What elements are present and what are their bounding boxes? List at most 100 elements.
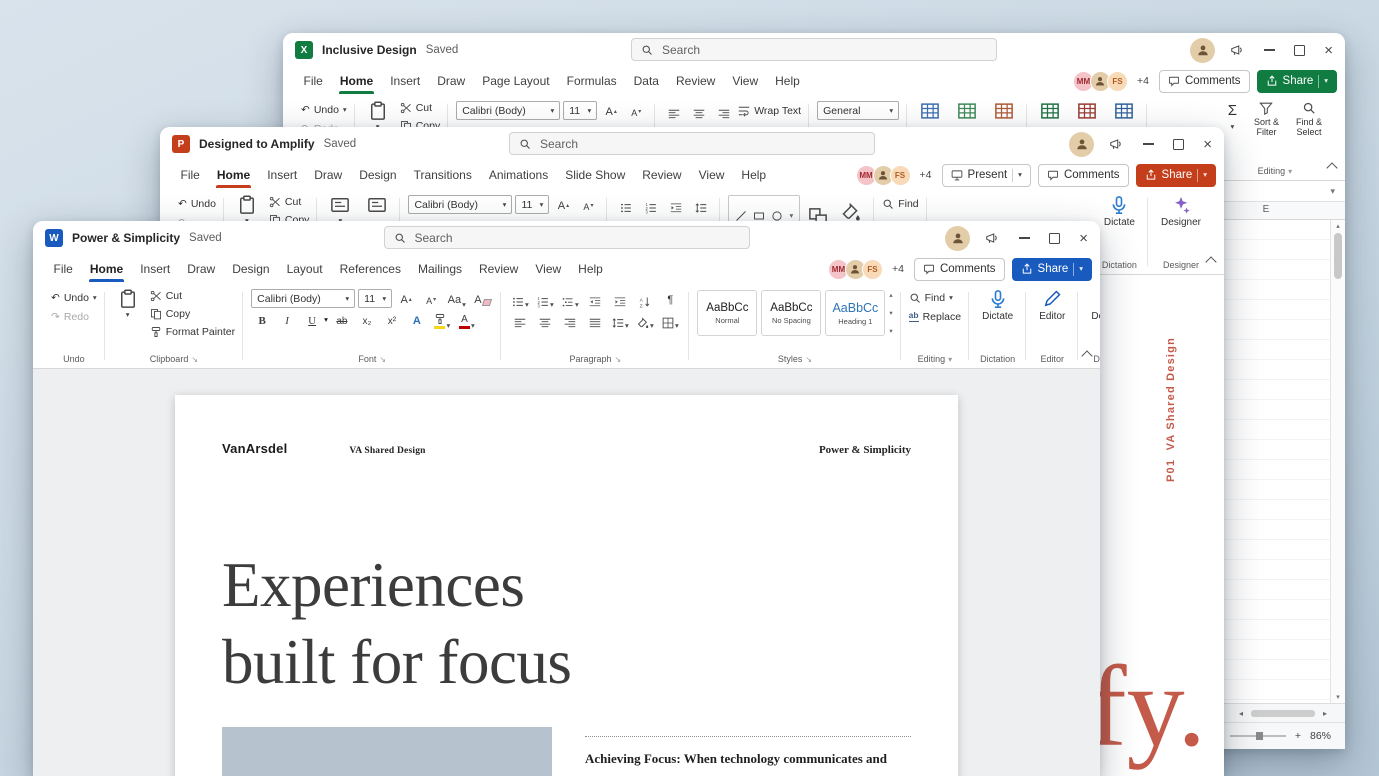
paste-button[interactable]: ▾: [113, 287, 143, 340]
avatar-overflow-count[interactable]: +4: [892, 263, 904, 275]
find-button[interactable]: Find: [882, 195, 919, 212]
present-button[interactable]: Present ▾: [941, 163, 1031, 187]
vertical-scrollbar[interactable]: ▴ ▾: [1330, 220, 1345, 703]
tab-file[interactable]: File: [45, 256, 81, 282]
tab-home[interactable]: Home: [81, 256, 131, 282]
font-color-button[interactable]: A ▾: [456, 310, 478, 329]
tab-slide-show[interactable]: Slide Show: [557, 162, 634, 188]
scrollbar-thumb[interactable]: [1250, 709, 1315, 717]
style-heading-1[interactable]: AaBbCc Heading 1: [825, 290, 886, 336]
zoom-slider[interactable]: [1229, 732, 1286, 740]
dialog-launcher-icon[interactable]: ↘: [615, 355, 622, 364]
maximize-button[interactable]: [1294, 44, 1306, 56]
scroll-up-icon[interactable]: ▴: [889, 291, 892, 299]
avatar-overflow-count[interactable]: +4: [920, 169, 932, 181]
indent-button[interactable]: [665, 195, 687, 214]
tab-formulas[interactable]: Formulas: [558, 68, 625, 94]
shrink-font-button[interactable]: A ▾: [420, 289, 442, 308]
tab-insert[interactable]: Insert: [132, 256, 179, 282]
italic-button[interactable]: I: [276, 310, 298, 329]
underline-button[interactable]: U: [301, 310, 323, 329]
maximize-button[interactable]: [1173, 138, 1185, 150]
insert-cells-button[interactable]: [1035, 99, 1065, 121]
tab-mailings[interactable]: Mailings: [409, 256, 470, 282]
scroll-left-icon[interactable]: ◂: [1239, 709, 1243, 718]
slide-layout-button[interactable]: [362, 193, 392, 225]
redo-button[interactable]: ↷Redo: [51, 308, 89, 325]
avatar[interactable]: [1190, 37, 1216, 63]
tab-review[interactable]: Review: [667, 68, 723, 94]
dialog-launcher-icon[interactable]: ▾: [948, 355, 952, 364]
grow-font-button[interactable]: A ▴: [552, 195, 574, 214]
tab-data[interactable]: Data: [625, 68, 667, 94]
sort-filter-button[interactable]: Sort & Filter: [1249, 99, 1284, 138]
tab-design[interactable]: Design: [351, 162, 405, 188]
scroll-down-icon[interactable]: ▾: [1336, 693, 1340, 701]
dialog-launcher-icon[interactable]: ↘: [379, 355, 386, 364]
numbered-list-button[interactable]: ▾: [534, 289, 556, 308]
dictate-button[interactable]: Dictate: [977, 287, 1018, 323]
scroll-right-icon[interactable]: ▸: [1323, 709, 1327, 718]
tab-draw[interactable]: Draw: [429, 68, 474, 94]
megaphone-icon[interactable]: [985, 231, 999, 245]
tab-view[interactable]: View: [724, 68, 767, 94]
avatar[interactable]: [1069, 131, 1095, 157]
bullet-list-button[interactable]: ▾: [509, 289, 531, 308]
clear-formatting-button[interactable]: A: [471, 289, 493, 308]
search-box[interactable]: [383, 226, 750, 249]
dialog-launcher-icon[interactable]: ↘: [805, 355, 812, 364]
font-name-combo[interactable]: Calibri (Body) ▾: [456, 101, 561, 120]
minimize-button[interactable]: [1019, 237, 1031, 239]
format-as-table-button[interactable]: [952, 99, 982, 121]
avatar-fs[interactable]: FS: [889, 164, 911, 186]
minimize-button[interactable]: [1143, 143, 1155, 145]
tab-file[interactable]: File: [172, 162, 208, 188]
share-button[interactable]: Share ▾: [1135, 163, 1216, 187]
grow-font-button[interactable]: A ▴: [600, 101, 622, 120]
scroll-up-icon[interactable]: ▴: [1336, 222, 1340, 230]
align-center-button[interactable]: [534, 310, 556, 329]
conditional-formatting-button[interactable]: [915, 99, 945, 121]
tab-insert[interactable]: Insert: [259, 162, 306, 188]
search-input[interactable]: [412, 229, 717, 246]
text-effects-button[interactable]: A: [406, 310, 428, 329]
search-box[interactable]: [509, 132, 875, 155]
find-button[interactable]: Find ▾: [909, 289, 953, 306]
avatar-fs[interactable]: FS: [861, 258, 883, 280]
zoom-level[interactable]: 86%: [1310, 730, 1331, 742]
font-size-combo[interactable]: 11 ▾: [563, 101, 598, 120]
undo-button[interactable]: ↶ Undo ▾: [301, 101, 347, 118]
indent-button[interactable]: [609, 289, 631, 308]
formula-bar-expand-icon[interactable]: ▾: [1330, 186, 1335, 196]
new-slide-button[interactable]: ▾: [325, 193, 355, 225]
styles-gallery-scroll[interactable]: ▴ ▾ ▾: [889, 289, 892, 337]
tab-layout[interactable]: Layout: [278, 256, 331, 282]
dialog-launcher-icon[interactable]: ▾: [1288, 167, 1292, 176]
close-button[interactable]: ×: [1324, 43, 1333, 58]
avatar-overflow-count[interactable]: +4: [1137, 75, 1149, 87]
zoom-in-button[interactable]: +: [1295, 730, 1301, 742]
tab-file[interactable]: File: [295, 68, 331, 94]
replace-button[interactable]: ab Replace: [908, 308, 961, 325]
line-spacing-button[interactable]: [690, 195, 712, 214]
font-size-combo[interactable]: 11 ▾: [515, 195, 550, 214]
tab-page-layout[interactable]: Page Layout: [474, 68, 558, 94]
cut-button[interactable]: Cut: [400, 99, 441, 116]
multilevel-list-button[interactable]: ▾: [559, 289, 581, 308]
search-box[interactable]: [631, 38, 997, 61]
search-input[interactable]: [660, 41, 964, 58]
tab-view[interactable]: View: [527, 256, 570, 282]
outdent-button[interactable]: [584, 289, 606, 308]
dictate-button[interactable]: Dictate: [1099, 193, 1140, 229]
tab-animations[interactable]: Animations: [480, 162, 556, 188]
undo-button[interactable]: ↶ Undo: [178, 195, 216, 212]
borders-button[interactable]: ▾: [659, 310, 681, 329]
avatar[interactable]: [945, 225, 971, 251]
share-button[interactable]: Share ▾: [1011, 257, 1092, 281]
align-center-button[interactable]: [688, 101, 710, 120]
editor-button[interactable]: Editor: [1034, 287, 1070, 323]
maximize-button[interactable]: [1049, 232, 1061, 244]
tab-help[interactable]: Help: [767, 68, 809, 94]
bold-button[interactable]: B: [251, 310, 273, 329]
dialog-launcher-icon[interactable]: ↘: [191, 355, 198, 364]
